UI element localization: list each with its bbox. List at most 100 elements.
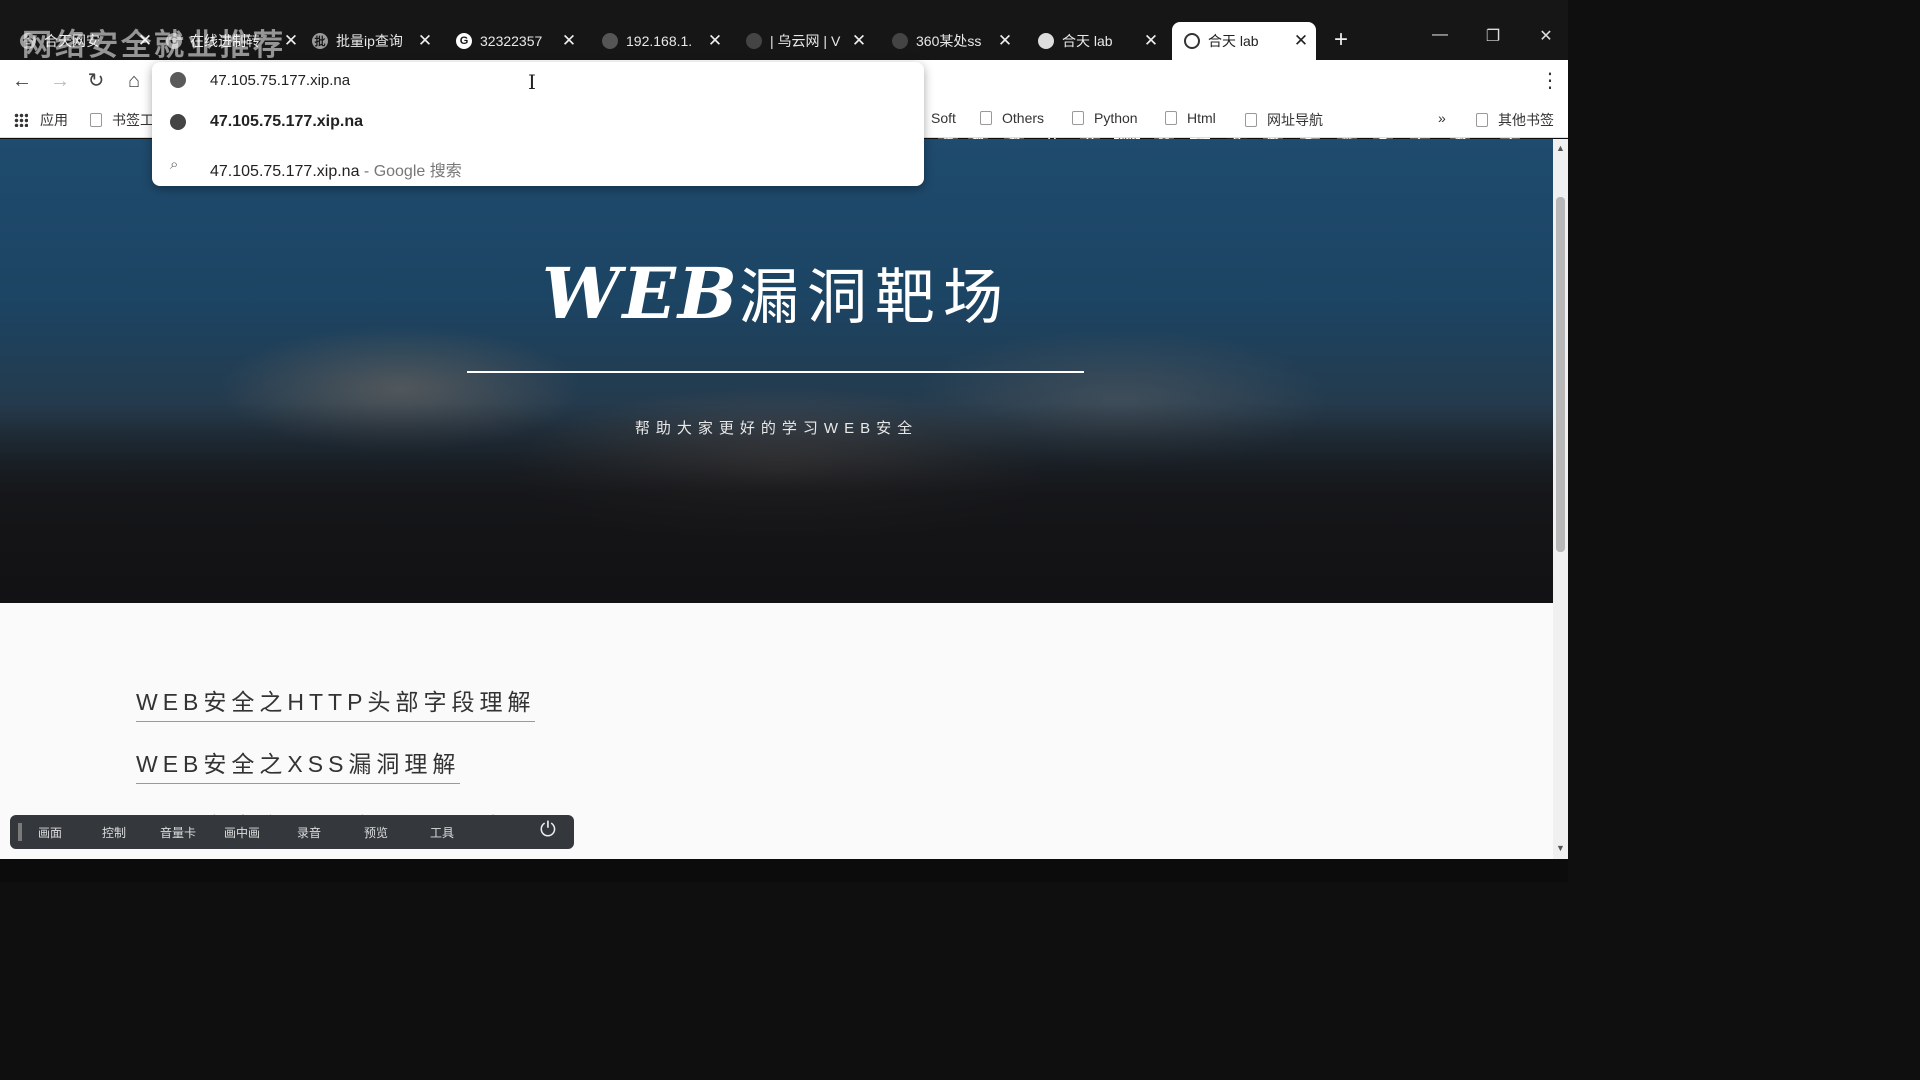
hero-title: WEB漏洞靶场 [0, 249, 1553, 336]
tab-title: 合天 lab [1062, 33, 1113, 49]
tab-2[interactable]: 批 批量ip查询 ✕ [312, 22, 440, 60]
back-button[interactable]: ← [10, 69, 34, 93]
suggestion-suffix: - Google 搜索 [359, 163, 462, 180]
drag-handle[interactable] [18, 823, 22, 841]
minimize-button[interactable]: — [1430, 26, 1450, 44]
site-info-icon[interactable] [170, 72, 186, 88]
bookmarks-overflow-icon[interactable]: » [1438, 110, 1446, 126]
tab-1[interactable]: C 在线进制转 ✕ [166, 22, 306, 60]
shield-icon [1038, 33, 1054, 49]
bookmark-label: 其他书签 [1498, 112, 1554, 128]
bookmark-label: Html [1187, 110, 1216, 126]
address-bar[interactable]: 47.105.75.177.xip.na I 47.105.75.177.xip… [152, 62, 924, 186]
suggestion-url[interactable]: 47.105.75.177.xip.na [152, 102, 924, 142]
tab-close-icon[interactable]: ✕ [706, 31, 724, 51]
tab-close-icon[interactable]: ✕ [1292, 31, 1310, 51]
bookmark-label: Python [1094, 110, 1138, 126]
scroll-up-icon[interactable]: ▲ [1556, 143, 1565, 153]
tab-4[interactable]: 192.168.1. ✕ [602, 22, 730, 60]
tab-title: 批量ip查询 [336, 33, 403, 49]
folder-icon [1245, 113, 1257, 127]
google-icon: G [456, 33, 472, 49]
tab-close-icon[interactable]: ✕ [996, 31, 1014, 51]
folder-icon [1072, 111, 1084, 125]
bookmark-label: Others [1002, 110, 1045, 126]
search-icon: ⌕ [170, 156, 179, 173]
recorder-item[interactable]: 音量卡 [160, 824, 196, 841]
apps-grid-icon [14, 113, 28, 127]
recorder-item[interactable]: 工具 [430, 824, 454, 841]
tab-5[interactable]: | 乌云网 | V ✕ [746, 22, 874, 60]
bookmark-label: 书签工 [112, 112, 154, 128]
tab-title: | 乌云网 | V [770, 33, 841, 49]
tab-active[interactable]: 合天 lab ✕ [1172, 22, 1316, 60]
menu-icon[interactable]: ⋮ [1540, 68, 1560, 93]
bookmark-folder[interactable]: 书签工 [90, 110, 154, 130]
tab-title: 360某处ss [916, 33, 982, 49]
web-page: WEB漏洞靶场 帮助大家更好的学习WEB安全 WEB安全之HTTP头部字段理解 … [0, 139, 1553, 859]
bookmark-folder[interactable]: 网址导航 [1245, 110, 1323, 130]
folder-icon [1165, 111, 1177, 125]
globe-icon [170, 114, 186, 130]
recorder-item[interactable]: 录音 [297, 824, 321, 841]
tab-0[interactable]: 合 合天网安 ✕ [20, 22, 160, 60]
tab-close-icon[interactable]: ✕ [850, 31, 868, 51]
address-input[interactable]: 47.105.75.177.xip.na [210, 72, 350, 89]
screen-recorder-bar: 画面 控制 音量卡 画中画 录音 预览 工具 ⏻ [10, 815, 574, 849]
tab-title: 在线进制转 [190, 33, 260, 49]
new-tab-button[interactable]: + [1330, 28, 1352, 52]
bookmark-label: Soft [931, 110, 956, 126]
tab-favicon: C [166, 33, 182, 49]
close-window-button[interactable]: ✕ [1536, 26, 1556, 46]
tab-close-icon[interactable]: ✕ [136, 31, 154, 51]
scroll-thumb[interactable] [1556, 197, 1565, 552]
tab-6[interactable]: 360某处ss ✕ [892, 22, 1020, 60]
suggestion-text: 47.105.75.177.xip.na [210, 163, 360, 180]
suggestion-text: 47.105.75.177.xip.na [210, 113, 363, 130]
bookmark-other[interactable]: 其他书签 [1476, 110, 1554, 130]
tab-close-icon[interactable]: ✕ [416, 31, 434, 51]
tab-close-icon[interactable]: ✕ [560, 31, 578, 51]
hero-subtitle: 帮助大家更好的学习WEB安全 [634, 420, 919, 437]
home-button[interactable]: ⌂ [122, 69, 146, 93]
article-link[interactable]: WEB安全之HTTP头部字段理解 [136, 683, 536, 722]
suggestion-search[interactable]: ⌕ 47.105.75.177.xip.na - Google 搜索 [152, 146, 924, 186]
recorder-item[interactable]: 画面 [38, 824, 62, 841]
restore-button[interactable]: ❐ [1483, 26, 1503, 46]
article-link[interactable]: WEB安全之XSS漏洞理解 [136, 745, 461, 784]
hero-divider [467, 371, 1084, 373]
bookmark-folder[interactable]: Python [1072, 110, 1138, 126]
recorder-item[interactable]: 画中画 [224, 824, 260, 841]
tab-title: 192.168.1. [626, 33, 693, 49]
recorder-item[interactable]: 控制 [102, 824, 126, 841]
bookmark-folder[interactable]: Html [1165, 110, 1216, 126]
bookmark-label: 网址导航 [1267, 112, 1323, 128]
forward-button[interactable]: → [48, 69, 72, 93]
bookmark-label: 应用 [40, 112, 68, 128]
recorder-item[interactable]: 预览 [364, 824, 388, 841]
hero-banner: WEB漏洞靶场 帮助大家更好的学习WEB安全 [0, 139, 1553, 603]
wooyun-icon [746, 33, 762, 49]
page-icon [90, 113, 102, 127]
reload-button[interactable]: ↻ [84, 69, 108, 93]
bookmark-folder[interactable]: Soft [931, 110, 956, 126]
tab-close-icon[interactable]: ✕ [1142, 31, 1160, 51]
tab-7[interactable]: 合天 lab ✕ [1038, 22, 1166, 60]
hero-title-latin: WEB [541, 252, 740, 335]
shield-icon [1184, 33, 1200, 49]
tab-favicon: 批 [312, 33, 328, 49]
tab-3[interactable]: G 32322357 ✕ [456, 22, 584, 60]
folder-icon [1476, 113, 1488, 127]
page-scrollbar[interactable]: ▲ ▼ [1553, 139, 1568, 859]
taskbar-strip [0, 859, 1568, 882]
globe-icon [602, 33, 618, 49]
power-icon[interactable]: ⏻ [540, 819, 556, 842]
bookmark-apps[interactable]: 应用 [14, 110, 68, 130]
scroll-down-icon[interactable]: ▼ [1556, 843, 1565, 853]
tab-title: 合天 lab [1208, 33, 1259, 49]
tab-strip: 合 合天网安 ✕ C 在线进制转 ✕ 批 批量ip查询 ✕ G 32322357… [0, 0, 1568, 63]
text-cursor-icon: I [528, 70, 536, 94]
bookmark-folder[interactable]: Others [980, 110, 1044, 126]
wooyun-icon [892, 33, 908, 49]
tab-close-icon[interactable]: ✕ [282, 31, 300, 51]
